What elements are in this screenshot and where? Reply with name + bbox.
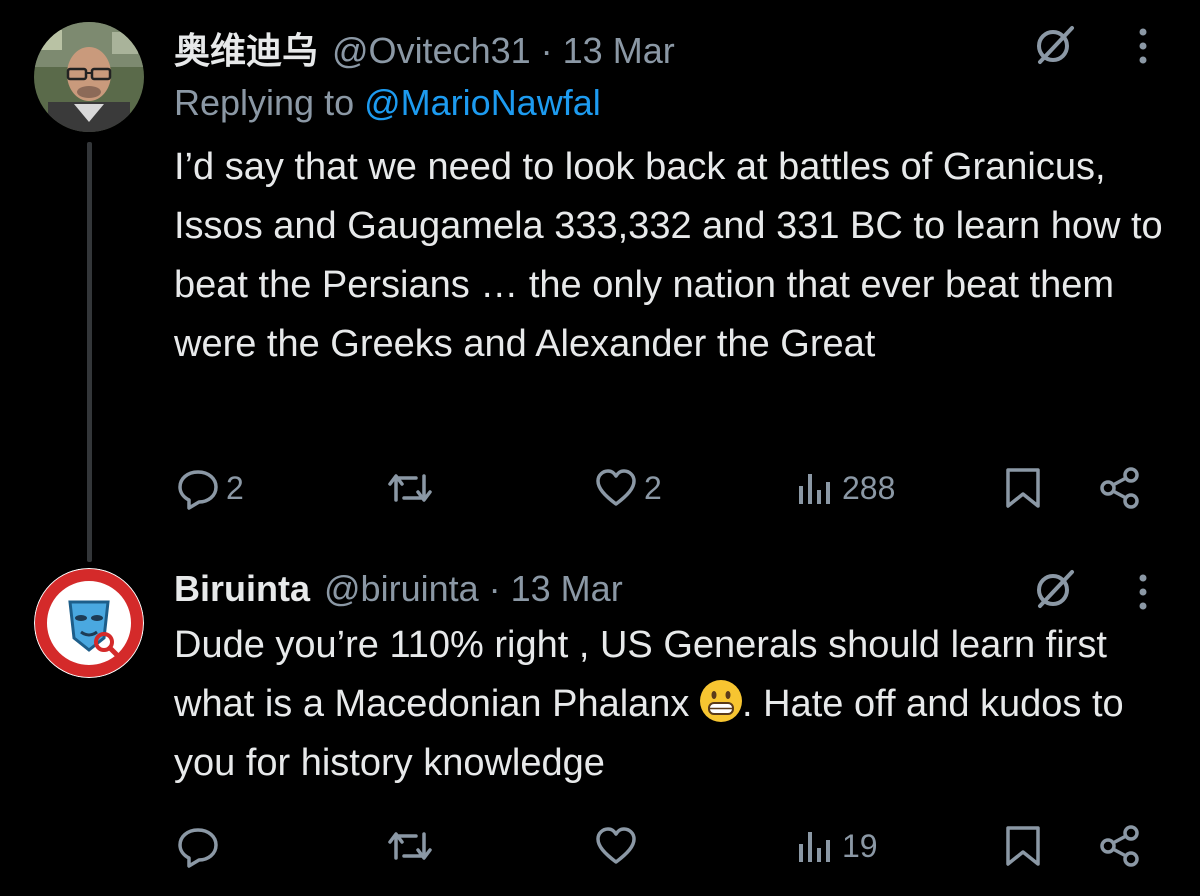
reply-button[interactable]: 2 — [176, 466, 244, 510]
views-icon — [796, 824, 836, 868]
grok-icon[interactable] — [1032, 22, 1078, 73]
grinning-face-emoji — [700, 680, 742, 722]
reply-button[interactable] — [176, 824, 226, 868]
like-count: 2 — [644, 469, 662, 506]
tweet-text: I’d say that we need to look back at bat… — [174, 146, 1163, 365]
share-button[interactable] — [1098, 466, 1142, 510]
share-icon — [1098, 466, 1142, 510]
display-name[interactable]: Biruinta — [174, 568, 310, 610]
tweet-text: Dude you’re 110% right , US Generals sho… — [174, 616, 1184, 793]
like-icon — [594, 466, 638, 510]
tweet-date[interactable]: 13 Mar — [511, 568, 623, 610]
bookmark-button[interactable] — [1004, 824, 1042, 868]
avatar[interactable] — [34, 22, 144, 132]
views-button[interactable]: 19 — [796, 824, 878, 868]
view-count: 288 — [842, 469, 896, 506]
reply-count: 2 — [226, 469, 244, 506]
avatar[interactable] — [34, 568, 144, 678]
share-icon — [1098, 824, 1142, 868]
bookmark-icon — [1004, 466, 1042, 510]
retweet-button[interactable] — [386, 466, 440, 510]
handle[interactable]: @Ovitech31 — [332, 30, 531, 72]
separator: · — [540, 30, 553, 71]
like-icon — [594, 824, 638, 868]
retweet-button[interactable] — [386, 824, 440, 868]
share-button[interactable] — [1098, 824, 1142, 868]
bookmark-button[interactable] — [1004, 466, 1042, 510]
tweet-header: 奥维迪乌 @Ovitech31 · 13 Mar — [174, 22, 675, 74]
tweet-date[interactable]: 13 Mar — [563, 30, 675, 72]
separator: · — [488, 568, 501, 609]
bookmark-icon — [1004, 824, 1042, 868]
views-button[interactable]: 288 — [796, 466, 895, 510]
grok-icon[interactable] — [1032, 566, 1078, 617]
retweet-icon — [386, 824, 434, 868]
mention-link[interactable]: @MarioNawfal — [364, 82, 601, 123]
tweet-header: Biruinta @biruinta · 13 Mar — [174, 568, 623, 610]
retweet-icon — [386, 466, 434, 510]
handle[interactable]: @biruinta — [324, 568, 479, 610]
replying-to: Replying to @MarioNawfal — [174, 82, 601, 124]
tweet-1[interactable]: 奥维迪乌 @Ovitech31 · 13 Mar Replying to @Ma… — [0, 0, 1200, 562]
more-icon[interactable] — [1135, 572, 1151, 617]
like-button[interactable] — [594, 824, 644, 868]
reply-icon — [176, 466, 220, 510]
like-button[interactable]: 2 — [594, 466, 662, 510]
more-icon[interactable] — [1135, 26, 1151, 71]
display-name[interactable]: 奥维迪乌 — [174, 22, 318, 74]
replying-prefix: Replying to — [174, 82, 355, 123]
view-count: 19 — [842, 827, 878, 864]
tweet-2[interactable]: Biruinta @biruinta · 13 Mar Dude you’re … — [0, 560, 1200, 896]
reply-icon — [176, 824, 220, 868]
thread-line — [87, 142, 92, 562]
views-icon — [796, 466, 836, 510]
